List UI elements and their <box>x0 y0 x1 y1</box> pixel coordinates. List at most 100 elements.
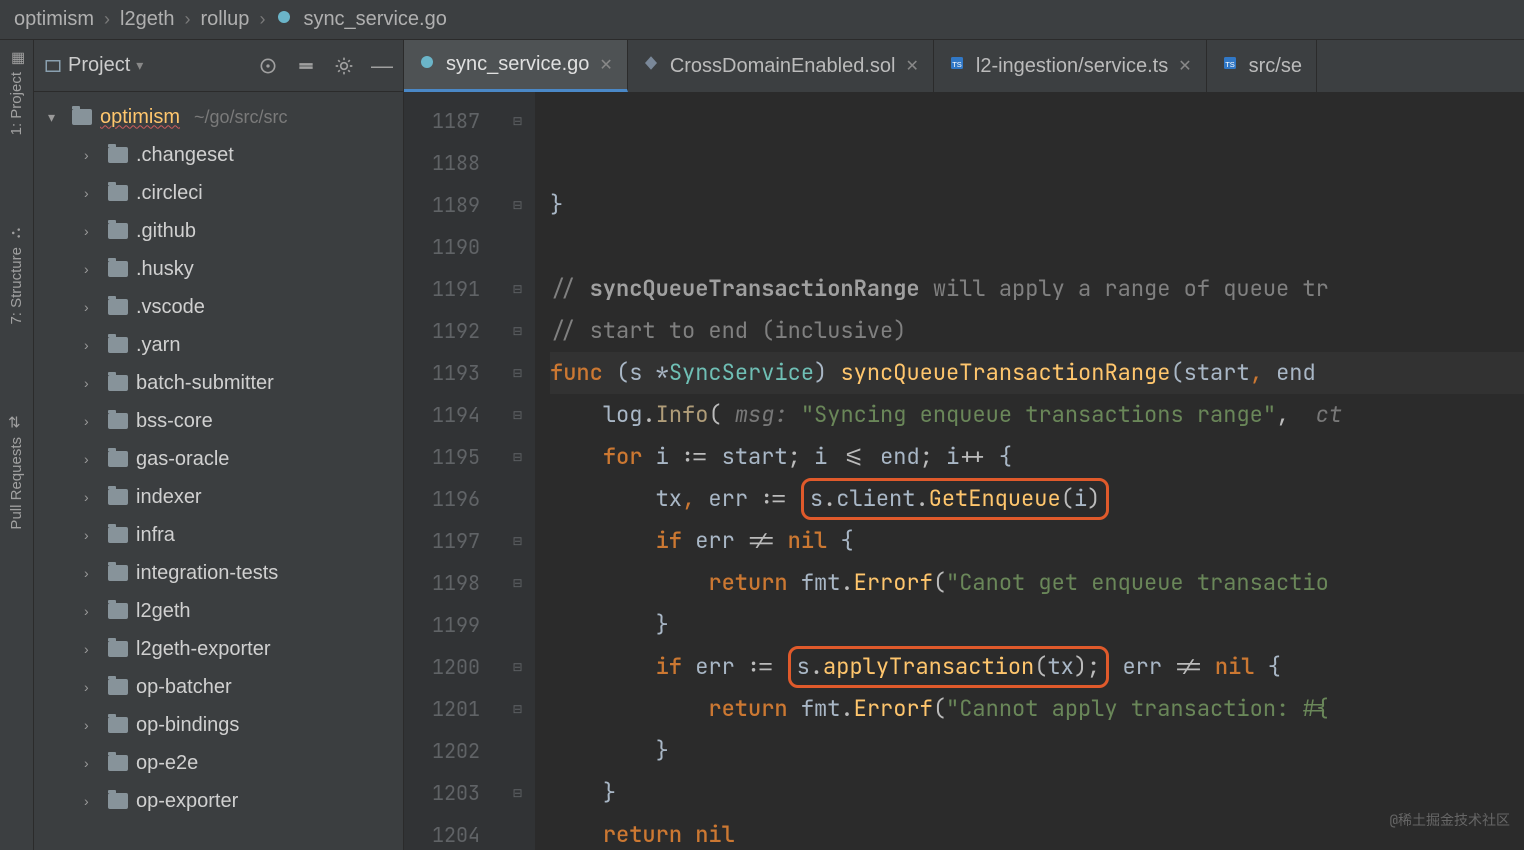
code-line[interactable]: return fmt.Errorf("Canot get enqueue tra… <box>550 562 1524 604</box>
tree-item[interactable]: › op-e2e <box>34 744 403 782</box>
tree-item[interactable]: › .yarn <box>34 326 403 364</box>
line-number[interactable]: 1199 <box>404 604 500 646</box>
line-number[interactable]: 1204 <box>404 814 500 850</box>
line-number[interactable]: 1190 <box>404 226 500 268</box>
chevron-right-icon: › <box>84 603 100 619</box>
code-line[interactable]: tx, err := s.client.GetEnqueue(i) <box>550 478 1524 520</box>
line-number[interactable]: 1193 <box>404 352 500 394</box>
editor-tab[interactable]: TS l2-ingestion/service.ts ✕ <box>934 40 1207 92</box>
fold-marker[interactable]: ⊟ <box>500 646 535 688</box>
fold-marker[interactable]: ⊟ <box>500 268 535 310</box>
expand-all-icon[interactable] <box>295 55 317 77</box>
line-number[interactable]: 1203 <box>404 772 500 814</box>
code-line[interactable]: log.Info( msg: "Syncing enqueue transact… <box>550 394 1524 436</box>
line-number[interactable]: 1192 <box>404 310 500 352</box>
tool-structure[interactable]: 7: Structure ⛬ <box>8 225 25 325</box>
editor-tab[interactable]: TS src/se <box>1207 40 1317 92</box>
folder-icon: ▦ <box>9 50 25 66</box>
fold-marker[interactable]: ⊟ <box>500 562 535 604</box>
tool-pull-requests[interactable]: Pull Requests ⇅ <box>8 415 25 530</box>
close-icon[interactable]: ✕ <box>1178 56 1191 76</box>
fold-marker[interactable]: ⊟ <box>500 184 535 226</box>
code-line[interactable] <box>550 226 1524 268</box>
code-line[interactable]: func (s *SyncService) syncQueueTransacti… <box>550 352 1524 394</box>
tree-item[interactable]: › .github <box>34 212 403 250</box>
select-opened-file-icon[interactable] <box>257 55 279 77</box>
tree-item[interactable]: › op-batcher <box>34 668 403 706</box>
fold-marker[interactable]: ⊟ <box>500 352 535 394</box>
code-content[interactable]: } // syncQueueTransactionRange will appl… <box>536 92 1524 850</box>
line-number[interactable]: 1188 <box>404 142 500 184</box>
line-number[interactable]: 1201 <box>404 688 500 730</box>
tree-item[interactable]: › .vscode <box>34 288 403 326</box>
sidebar-title[interactable]: Project ▾ <box>44 54 143 77</box>
editor-tab[interactable]: CrossDomainEnabled.sol ✕ <box>628 40 934 92</box>
tab-label: l2-ingestion/service.ts <box>976 55 1168 78</box>
line-number[interactable]: 1189 <box>404 184 500 226</box>
code-line[interactable]: } <box>550 604 1524 646</box>
line-number-gutter[interactable]: 1187118811891190119111921193119411951196… <box>404 92 500 850</box>
breadcrumb-item[interactable]: optimism <box>14 8 94 31</box>
tree-root[interactable]: ▾ optimism ~/go/src/src <box>34 98 403 136</box>
tree-item[interactable]: › bss-core <box>34 402 403 440</box>
tree-item[interactable]: › l2geth <box>34 592 403 630</box>
fold-marker[interactable]: ⊟ <box>500 100 535 142</box>
tree-item[interactable]: › l2geth-exporter <box>34 630 403 668</box>
fold-marker[interactable] <box>500 478 535 520</box>
tree-item[interactable]: › infra <box>34 516 403 554</box>
code-line[interactable]: return nil <box>550 814 1524 850</box>
code-line[interactable]: } <box>550 184 1524 226</box>
fold-marker[interactable]: ⊟ <box>500 520 535 562</box>
close-icon[interactable]: ✕ <box>905 56 918 76</box>
chevron-right-icon: › <box>104 9 110 30</box>
breadcrumb: optimism › l2geth › rollup › sync_servic… <box>0 0 1524 40</box>
close-icon[interactable]: ✕ <box>599 55 612 75</box>
line-number[interactable]: 1196 <box>404 478 500 520</box>
tree-item[interactable]: › gas-oracle <box>34 440 403 478</box>
line-number[interactable]: 1200 <box>404 646 500 688</box>
fold-marker[interactable] <box>500 814 535 850</box>
line-number[interactable]: 1202 <box>404 730 500 772</box>
code-line[interactable]: return fmt.Errorf("Cannot apply transact… <box>550 688 1524 730</box>
line-number[interactable]: 1198 <box>404 562 500 604</box>
code-line[interactable]: if err != nil { <box>550 520 1524 562</box>
code-line[interactable]: } <box>550 772 1524 814</box>
breadcrumb-file[interactable]: sync_service.go <box>303 8 446 31</box>
code-line[interactable]: if err := s.applyTransaction(tx); err !=… <box>550 646 1524 688</box>
code-line[interactable]: } <box>550 730 1524 772</box>
tree-item[interactable]: › indexer <box>34 478 403 516</box>
hide-icon[interactable]: — <box>371 55 393 77</box>
line-number[interactable]: 1194 <box>404 394 500 436</box>
fold-marker[interactable]: ⊟ <box>500 394 535 436</box>
tool-project[interactable]: 1: Project ▦ <box>8 50 25 135</box>
tree-item[interactable]: › .circleci <box>34 174 403 212</box>
breadcrumb-item[interactable]: rollup <box>201 8 250 31</box>
fold-marker[interactable] <box>500 604 535 646</box>
tree-item[interactable]: › .changeset <box>34 136 403 174</box>
tree-item[interactable]: › op-exporter <box>34 782 403 820</box>
fold-marker[interactable]: ⊟ <box>500 436 535 478</box>
project-tree[interactable]: ▾ optimism ~/go/src/src › .changeset› .c… <box>34 92 403 826</box>
editor: sync_service.go ✕ CrossDomainEnabled.sol… <box>404 40 1524 850</box>
fold-marker[interactable] <box>500 142 535 184</box>
fold-marker[interactable] <box>500 730 535 772</box>
code-line[interactable]: // syncQueueTransactionRange will apply … <box>550 268 1524 310</box>
gear-icon[interactable] <box>333 55 355 77</box>
line-number[interactable]: 1197 <box>404 520 500 562</box>
tree-item[interactable]: › integration-tests <box>34 554 403 592</box>
fold-marker[interactable]: ⊟ <box>500 310 535 352</box>
fold-marker[interactable] <box>500 226 535 268</box>
breadcrumb-item[interactable]: l2geth <box>120 8 175 31</box>
editor-tab[interactable]: sync_service.go ✕ <box>404 40 628 92</box>
code-line[interactable]: for i := start; i <= end; i++ { <box>550 436 1524 478</box>
fold-gutter[interactable]: ⊟⊟⊟⊟⊟⊟⊟⊟⊟⊟⊟⊟ <box>500 92 536 850</box>
fold-marker[interactable]: ⊟ <box>500 688 535 730</box>
line-number[interactable]: 1187 <box>404 100 500 142</box>
tree-item[interactable]: › batch-submitter <box>34 364 403 402</box>
fold-marker[interactable]: ⊟ <box>500 772 535 814</box>
tree-item[interactable]: › op-bindings <box>34 706 403 744</box>
code-line[interactable]: // start to end (inclusive) <box>550 310 1524 352</box>
line-number[interactable]: 1191 <box>404 268 500 310</box>
line-number[interactable]: 1195 <box>404 436 500 478</box>
tree-item[interactable]: › .husky <box>34 250 403 288</box>
